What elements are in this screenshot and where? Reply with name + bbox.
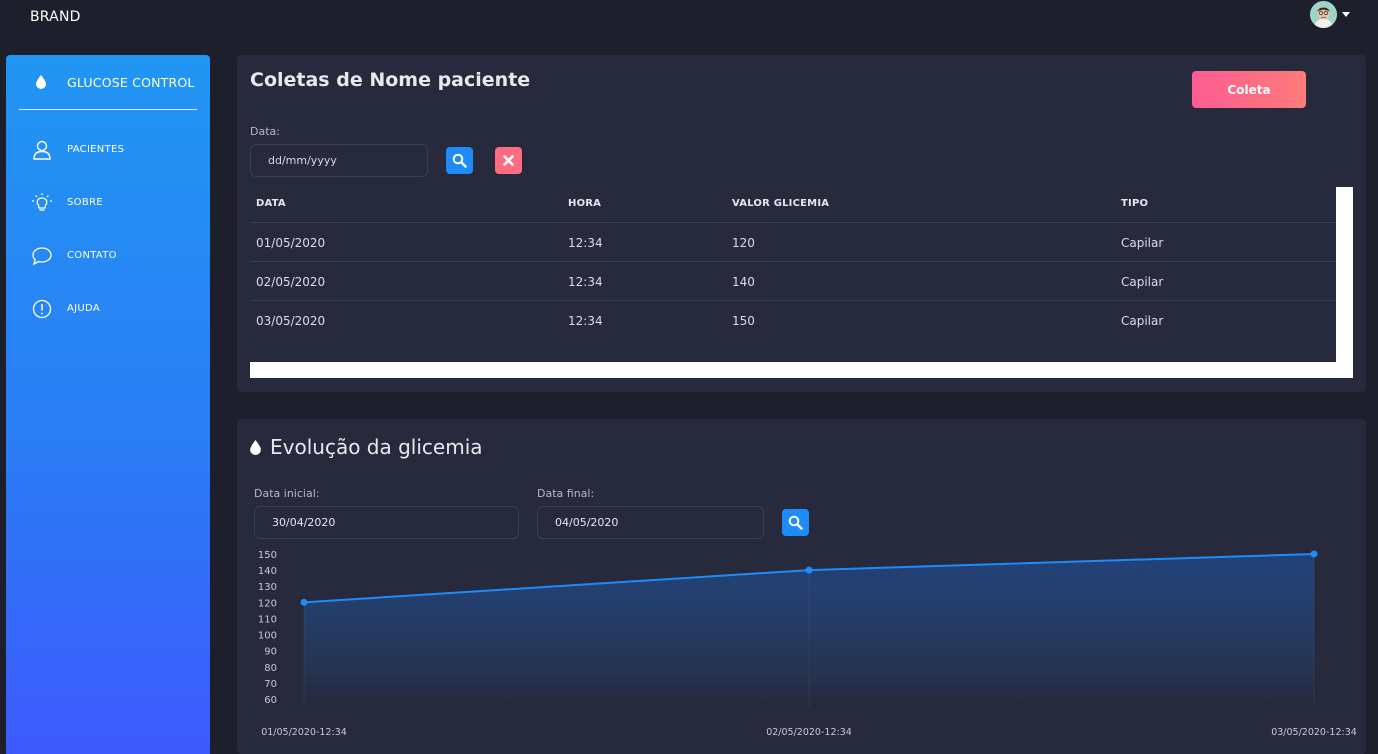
y-tick-label: 90: [264, 647, 277, 658]
avatar[interactable]: [1310, 1, 1337, 28]
y-tick-label: 100: [258, 631, 277, 642]
y-tick-label: 120: [258, 598, 277, 609]
cell-tipo: Capilar: [1121, 236, 1164, 250]
search-icon: [788, 515, 803, 530]
table-row[interactable]: 03/05/2020 12:34 150 Capilar: [250, 300, 1336, 339]
y-tick-label: 70: [264, 679, 277, 690]
brand-logo[interactable]: BRAND: [30, 9, 81, 25]
cell-hora: 12:34: [568, 236, 603, 250]
sidebar-item-sobre[interactable]: SOBRE: [6, 183, 210, 223]
chart-search-button[interactable]: [782, 509, 809, 536]
table-row[interactable]: 01/05/2020 12:34 120 Capilar: [250, 222, 1336, 261]
column-header-valor[interactable]: VALOR GLICEMIA: [732, 198, 829, 209]
sidebar-item-label: PACIENTES: [67, 144, 125, 155]
sidebar-item-contato[interactable]: CONTATO: [6, 236, 210, 276]
chart-title: Evolução da glicemia: [270, 435, 483, 459]
x-tick-label: 02/05/2020-12:34: [766, 727, 852, 738]
column-header-data[interactable]: DATA: [256, 198, 286, 209]
water-drop-icon: [250, 440, 261, 455]
column-header-tipo[interactable]: TIPO: [1121, 198, 1148, 209]
data-point[interactable]: [805, 566, 813, 574]
chat-icon: [32, 247, 52, 266]
info-icon: [32, 299, 52, 319]
sidebar-item-label: CONTATO: [67, 250, 117, 261]
table-row[interactable]: 02/05/2020 12:34 140 Capilar: [250, 261, 1336, 300]
start-date-input[interactable]: [254, 506, 519, 539]
sidebar: GLUCOSE CONTROL PACIENTES SOBRE CONTATO: [6, 55, 210, 754]
data-point[interactable]: [1310, 550, 1318, 558]
chevron-down-icon[interactable]: [1342, 12, 1350, 17]
chart-x-axis: 01/05/2020-12:34 02/05/2020-12:34 03/05/20…: [261, 727, 1357, 738]
page-title: Coletas de Nome paciente: [250, 69, 531, 91]
y-tick-label: 60: [264, 695, 277, 706]
chart-area: [300, 550, 1318, 707]
coletas-table: DATA HORA VALOR GLICEMIA TIPO 01/05/2020…: [250, 187, 1336, 362]
search-icon: [452, 153, 467, 168]
x-tick-label: 01/05/2020-12:34: [261, 727, 347, 738]
sidebar-item-label: AJUDA: [67, 303, 100, 314]
end-date-label: Data final:: [537, 487, 595, 500]
chart-y-axis: 150 140 130 120 110 100 90 80 70 60: [258, 550, 277, 706]
lightbulb-icon: [32, 193, 52, 211]
cell-tipo: Capilar: [1121, 314, 1164, 328]
glycemia-chart: 150 140 130 120 110 100 90 80 70 60 01/05/2020-12…: [258, 550, 1357, 738]
start-date-label: Data inicial:: [254, 487, 320, 500]
user-icon: [33, 140, 51, 160]
column-header-hora[interactable]: HORA: [568, 198, 601, 209]
search-button[interactable]: [446, 147, 473, 174]
cell-data: 01/05/2020: [256, 236, 326, 250]
date-filter-input[interactable]: [250, 144, 428, 177]
date-label: Data:: [250, 125, 280, 138]
cell-hora: 12:34: [568, 314, 603, 328]
sidebar-item-ajuda[interactable]: AJUDA: [6, 289, 210, 329]
y-tick-label: 150: [258, 550, 277, 561]
cell-valor: 140: [732, 275, 755, 289]
data-point[interactable]: [300, 598, 308, 606]
cell-hora: 12:34: [568, 275, 603, 289]
y-tick-label: 80: [264, 663, 277, 674]
avatar-icon: [1310, 1, 1337, 28]
clear-filter-button[interactable]: [495, 147, 522, 174]
table-scroll-container[interactable]: DATA HORA VALOR GLICEMIA TIPO 01/05/2020…: [250, 187, 1353, 378]
sidebar-item-label: SOBRE: [67, 197, 103, 208]
y-tick-label: 130: [258, 582, 277, 593]
y-tick-label: 110: [258, 614, 277, 625]
evolucao-card: Evolução da glicemia Data inicial: Data …: [237, 419, 1366, 754]
cell-valor: 150: [732, 314, 755, 328]
sidebar-item-pacientes[interactable]: PACIENTES: [6, 130, 210, 170]
user-menu[interactable]: [1310, 1, 1354, 28]
sidebar-title: GLUCOSE CONTROL: [67, 75, 195, 90]
sidebar-divider: [19, 109, 197, 110]
coletas-card: Coletas de Nome paciente Coleta Data: DA…: [237, 55, 1366, 392]
end-date-input[interactable]: [537, 506, 764, 539]
top-bar: BRAND: [0, 0, 1378, 40]
sidebar-header[interactable]: GLUCOSE CONTROL: [6, 55, 210, 111]
cell-tipo: Capilar: [1121, 275, 1164, 289]
cell-data: 03/05/2020: [256, 314, 326, 328]
cell-valor: 120: [732, 236, 755, 250]
y-tick-label: 140: [258, 566, 277, 577]
water-drop-icon: [36, 75, 46, 89]
x-tick-label: 03/05/2020-12:34: [1271, 727, 1357, 738]
close-icon: [503, 155, 514, 166]
coleta-button[interactable]: Coleta: [1192, 71, 1306, 108]
cell-data: 02/05/2020: [256, 275, 326, 289]
